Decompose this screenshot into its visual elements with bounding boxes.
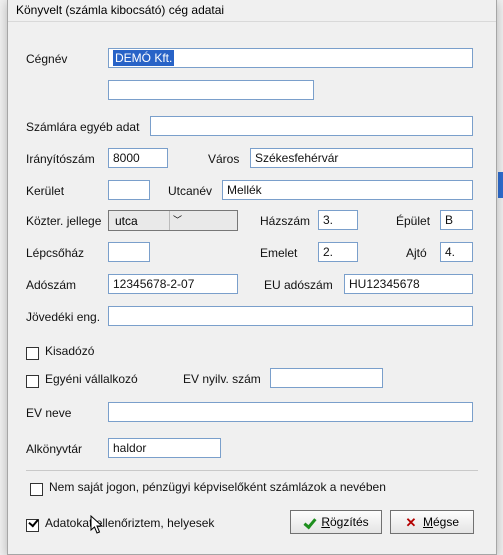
kozter-value: utca [109, 214, 169, 228]
eu-adoszam-input[interactable] [344, 274, 473, 294]
label-lepcsohaz: Lépcsőház [26, 246, 84, 260]
label-utcanev: Utcanév [168, 184, 212, 198]
check-icon [303, 516, 315, 528]
chevron-down-icon: ﹀ [169, 211, 185, 230]
szamlara-input[interactable] [150, 116, 473, 136]
egyeni-checkbox[interactable] [26, 375, 39, 388]
kerulet-input[interactable] [108, 180, 150, 200]
ev-neve-input[interactable] [108, 402, 473, 422]
ellenoriztem-checkbox[interactable] [26, 519, 39, 532]
utcanev-input[interactable] [222, 180, 473, 200]
label-emelet: Emelet [260, 246, 297, 260]
jovedeki-input[interactable] [108, 306, 473, 326]
label-kerulet: Kerület [26, 184, 64, 198]
save-button[interactable]: Rögzítés [290, 510, 382, 534]
save-button-label: Rögzítés [321, 515, 368, 529]
label-ajto: Ajtó [406, 246, 427, 260]
label-kisadozo: Kisadózó [45, 344, 94, 358]
ajto-input[interactable] [440, 242, 473, 262]
label-epulet: Épület [396, 214, 430, 228]
label-iranyitoszam: Irányítószám [26, 152, 95, 166]
varos-input[interactable] [250, 148, 473, 168]
label-jovedeki: Jövedéki eng. [26, 310, 100, 324]
kozter-select[interactable]: utca ﹀ [108, 210, 238, 231]
label-nem-sajat: Nem saját jogon, pénzügyi képviselőként … [49, 480, 386, 494]
ev-nyilv-input[interactable] [270, 368, 383, 388]
emelet-input[interactable] [318, 242, 358, 262]
dialog-title: Könyvelt (számla kibocsátó) cég adatai [8, 0, 496, 22]
cegnev-input[interactable] [108, 48, 473, 68]
nem-sajat-checkbox[interactable] [30, 483, 43, 496]
iranyitoszam-input[interactable] [108, 148, 168, 168]
company-data-dialog: Könyvelt (számla kibocsátó) cég adatai C… [7, 0, 497, 555]
label-ev-nyilv: EV nyilv. szám [183, 372, 261, 386]
label-ev-neve: EV neve [26, 406, 71, 420]
cancel-button[interactable]: ✕ Mégse [390, 510, 474, 534]
close-icon: ✕ [405, 516, 417, 528]
adoszam-input[interactable] [108, 274, 238, 294]
label-adoszam: Adószám [26, 278, 76, 292]
lepcsohaz-input[interactable] [108, 242, 150, 262]
label-szamlara: Számlára egyéb adat [26, 120, 139, 134]
separator [26, 470, 478, 471]
hazszam-input[interactable] [318, 210, 358, 230]
label-alkonyvtar: Alkönyvtár [26, 442, 82, 456]
label-eu-adoszam: EU adószám [264, 278, 333, 292]
label-egyeni: Egyéni vállalkozó [45, 372, 138, 386]
label-cegnev: Cégnév [26, 52, 67, 66]
epulet-input[interactable] [440, 210, 473, 230]
cancel-button-label: Mégse [423, 515, 459, 529]
label-ellenoriztem: Adatokat ellenőriztem, helyesek [45, 516, 214, 530]
label-varos: Város [208, 152, 239, 166]
label-hazszam: Házszám [260, 214, 310, 228]
kisadozo-checkbox[interactable] [26, 347, 39, 360]
cegnev2-input[interactable] [108, 80, 314, 100]
label-kozter: Közter. jellege [26, 214, 101, 228]
alkonyvtar-input[interactable] [108, 438, 221, 458]
